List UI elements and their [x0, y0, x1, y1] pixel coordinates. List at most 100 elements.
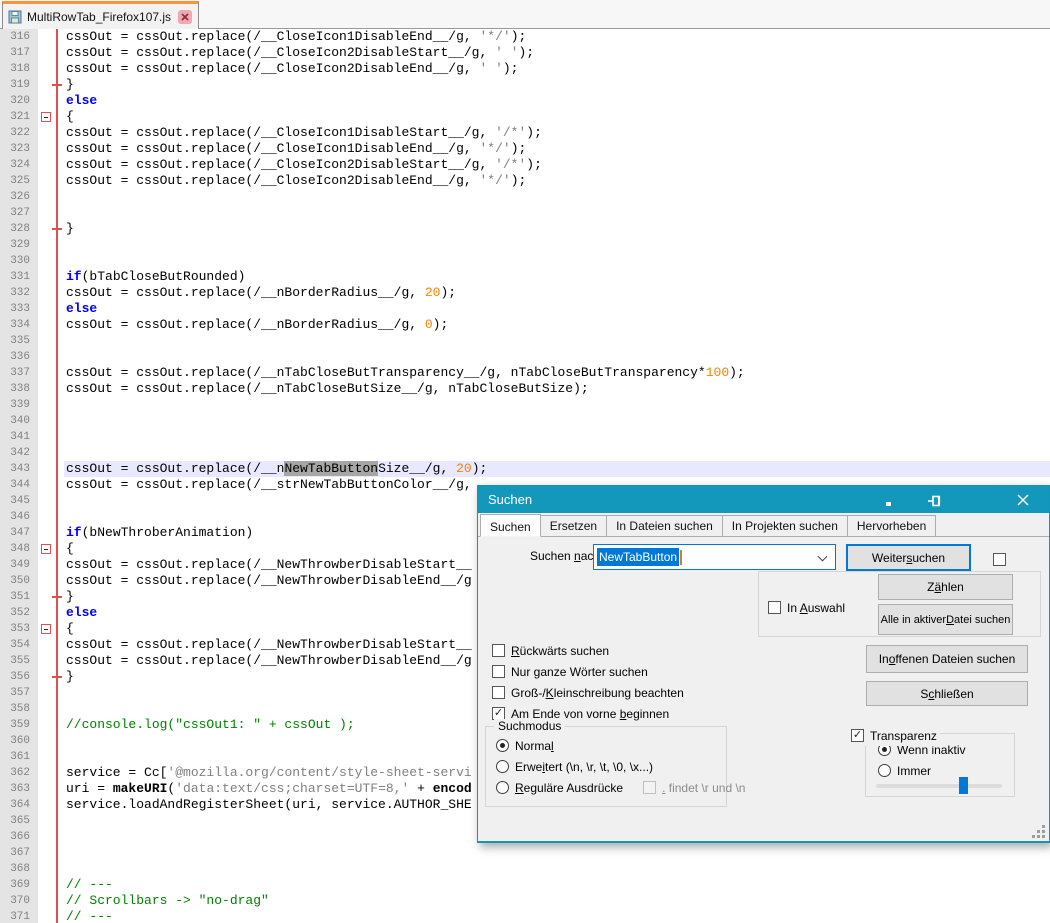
line-number[interactable]: 343	[0, 461, 38, 477]
dialog-titlebar[interactable]: Suchen	[478, 486, 1049, 513]
code-line[interactable]: 336	[0, 349, 1050, 365]
search-mode-radio-3[interactable]	[496, 781, 509, 794]
code-line[interactable]: 368	[0, 861, 1050, 877]
dialog-tab-3[interactable]: In Dateien suchen	[606, 515, 723, 536]
line-number[interactable]: 370	[0, 893, 38, 909]
find-all-open-files-button[interactable]: In offenen Dateien suchen	[866, 645, 1028, 673]
transparency-mode-row-2[interactable]: Immer	[878, 760, 965, 781]
line-number[interactable]: 355	[0, 653, 38, 669]
search-option-row-1[interactable]: Rückwärts suchen	[492, 640, 684, 661]
dialog-tab-4[interactable]: In Projekten suchen	[722, 515, 848, 536]
slider-thumb[interactable]	[959, 777, 968, 794]
line-number[interactable]: 336	[0, 349, 38, 365]
code-line[interactable]: 327	[0, 205, 1050, 221]
search-mode-radio-2[interactable]	[496, 760, 509, 773]
code-line[interactable]: 337cssOut = cssOut.replace(/__nTabCloseB…	[0, 365, 1050, 381]
line-number[interactable]: 356	[0, 669, 38, 685]
search-mode-row-2[interactable]: Erweitert (\n, \r, \t, \0, \x...)	[496, 756, 745, 777]
close-button[interactable]: Schließen	[866, 681, 1028, 706]
dialog-tab-1[interactable]: Suchen	[480, 514, 541, 537]
transparency-radio-2[interactable]	[878, 764, 891, 777]
line-number[interactable]: 325	[0, 173, 38, 189]
code-line[interactable]: 330	[0, 253, 1050, 269]
line-number[interactable]: 361	[0, 749, 38, 765]
line-number[interactable]: 323	[0, 141, 38, 157]
line-number[interactable]: 365	[0, 813, 38, 829]
line-number[interactable]: 342	[0, 445, 38, 461]
line-number[interactable]: 349	[0, 557, 38, 573]
code-line[interactable]: 317cssOut = cssOut.replace(/__CloseIcon2…	[0, 45, 1050, 61]
search-input[interactable]: NewTabButton	[593, 544, 836, 570]
line-number[interactable]: 371	[0, 909, 38, 923]
code-line[interactable]: 338cssOut = cssOut.replace(/__nTabCloseB…	[0, 381, 1050, 397]
in-selection-checkbox[interactable]	[768, 601, 781, 614]
code-line[interactable]: 328}	[0, 221, 1050, 237]
line-number[interactable]: 317	[0, 45, 38, 61]
fold-marker-icon[interactable]	[41, 624, 51, 634]
search-mode-row-1[interactable]: Normal	[496, 735, 745, 756]
line-number[interactable]: 328	[0, 221, 38, 237]
count-button[interactable]: Zählen	[878, 574, 1013, 600]
code-line[interactable]: 331if(bTabCloseButRounded)	[0, 269, 1050, 285]
line-number[interactable]: 330	[0, 253, 38, 269]
search-option-checkbox-1[interactable]	[492, 644, 505, 657]
line-number[interactable]: 326	[0, 189, 38, 205]
line-number[interactable]: 316	[0, 29, 38, 45]
line-number[interactable]: 339	[0, 397, 38, 413]
line-number[interactable]: 338	[0, 381, 38, 397]
search-option-row-3[interactable]: Groß-/Kleinschreibung beachten	[492, 682, 684, 703]
code-line[interactable]: 323cssOut = cssOut.replace(/__CloseIcon1…	[0, 141, 1050, 157]
line-number[interactable]: 369	[0, 877, 38, 893]
resize-grip-icon[interactable]	[1042, 835, 1045, 838]
line-number[interactable]: 350	[0, 573, 38, 589]
code-line[interactable]: 369// ---	[0, 877, 1050, 893]
code-line[interactable]: 329	[0, 237, 1050, 253]
close-icon[interactable]	[1014, 491, 1032, 509]
line-number[interactable]: 352	[0, 605, 38, 621]
line-number[interactable]: 368	[0, 861, 38, 877]
extra-checkbox[interactable]	[993, 553, 1006, 566]
line-number[interactable]: 354	[0, 637, 38, 653]
line-number[interactable]: 351	[0, 589, 38, 605]
code-line[interactable]: 326	[0, 189, 1050, 205]
code-line[interactable]: 334cssOut = cssOut.replace(/__nBorderRad…	[0, 317, 1050, 333]
search-option-row-2[interactable]: Nur ganze Wörter suchen	[492, 661, 684, 682]
code-line[interactable]: 318cssOut = cssOut.replace(/__CloseIcon2…	[0, 61, 1050, 77]
line-number[interactable]: 358	[0, 701, 38, 717]
minimize-dot-icon[interactable]	[886, 502, 891, 506]
code-line[interactable]: 325cssOut = cssOut.replace(/__CloseIcon2…	[0, 173, 1050, 189]
line-number[interactable]: 357	[0, 685, 38, 701]
line-number[interactable]: 359	[0, 717, 38, 733]
code-line[interactable]: 319}	[0, 77, 1050, 93]
line-number[interactable]: 345	[0, 493, 38, 509]
line-number[interactable]: 353	[0, 621, 38, 637]
code-line[interactable]: 339	[0, 397, 1050, 413]
fold-marker-icon[interactable]	[41, 544, 51, 554]
code-line[interactable]: 340	[0, 413, 1050, 429]
code-line[interactable]: 367	[0, 845, 1050, 861]
line-number[interactable]: 332	[0, 285, 38, 301]
transparency-checkbox[interactable]: ✓	[851, 729, 864, 742]
line-number[interactable]: 335	[0, 333, 38, 349]
line-number[interactable]: 331	[0, 269, 38, 285]
line-number[interactable]: 344	[0, 477, 38, 493]
line-number[interactable]: 363	[0, 781, 38, 797]
line-number[interactable]: 360	[0, 733, 38, 749]
line-number[interactable]: 327	[0, 205, 38, 221]
line-number[interactable]: 346	[0, 509, 38, 525]
line-number[interactable]: 322	[0, 125, 38, 141]
line-number[interactable]: 348	[0, 541, 38, 557]
find-all-current-file-button[interactable]: Alle in aktiver Datei suchen	[878, 604, 1013, 635]
search-option-checkbox-2[interactable]	[492, 665, 505, 678]
code-line[interactable]: 321{	[0, 109, 1050, 125]
code-line[interactable]: 316cssOut = cssOut.replace(/__CloseIcon1…	[0, 29, 1050, 45]
code-line[interactable]: 343cssOut = cssOut.replace(/__nNewTabBut…	[0, 461, 1050, 477]
line-number[interactable]: 362	[0, 765, 38, 781]
search-option-checkbox-3[interactable]	[492, 686, 505, 699]
line-number[interactable]: 334	[0, 317, 38, 333]
code-line[interactable]: 335	[0, 333, 1050, 349]
line-number[interactable]: 324	[0, 157, 38, 173]
search-mode-radio-1[interactable]	[496, 739, 509, 752]
line-number[interactable]: 329	[0, 237, 38, 253]
code-line[interactable]: 332cssOut = cssOut.replace(/__nBorderRad…	[0, 285, 1050, 301]
